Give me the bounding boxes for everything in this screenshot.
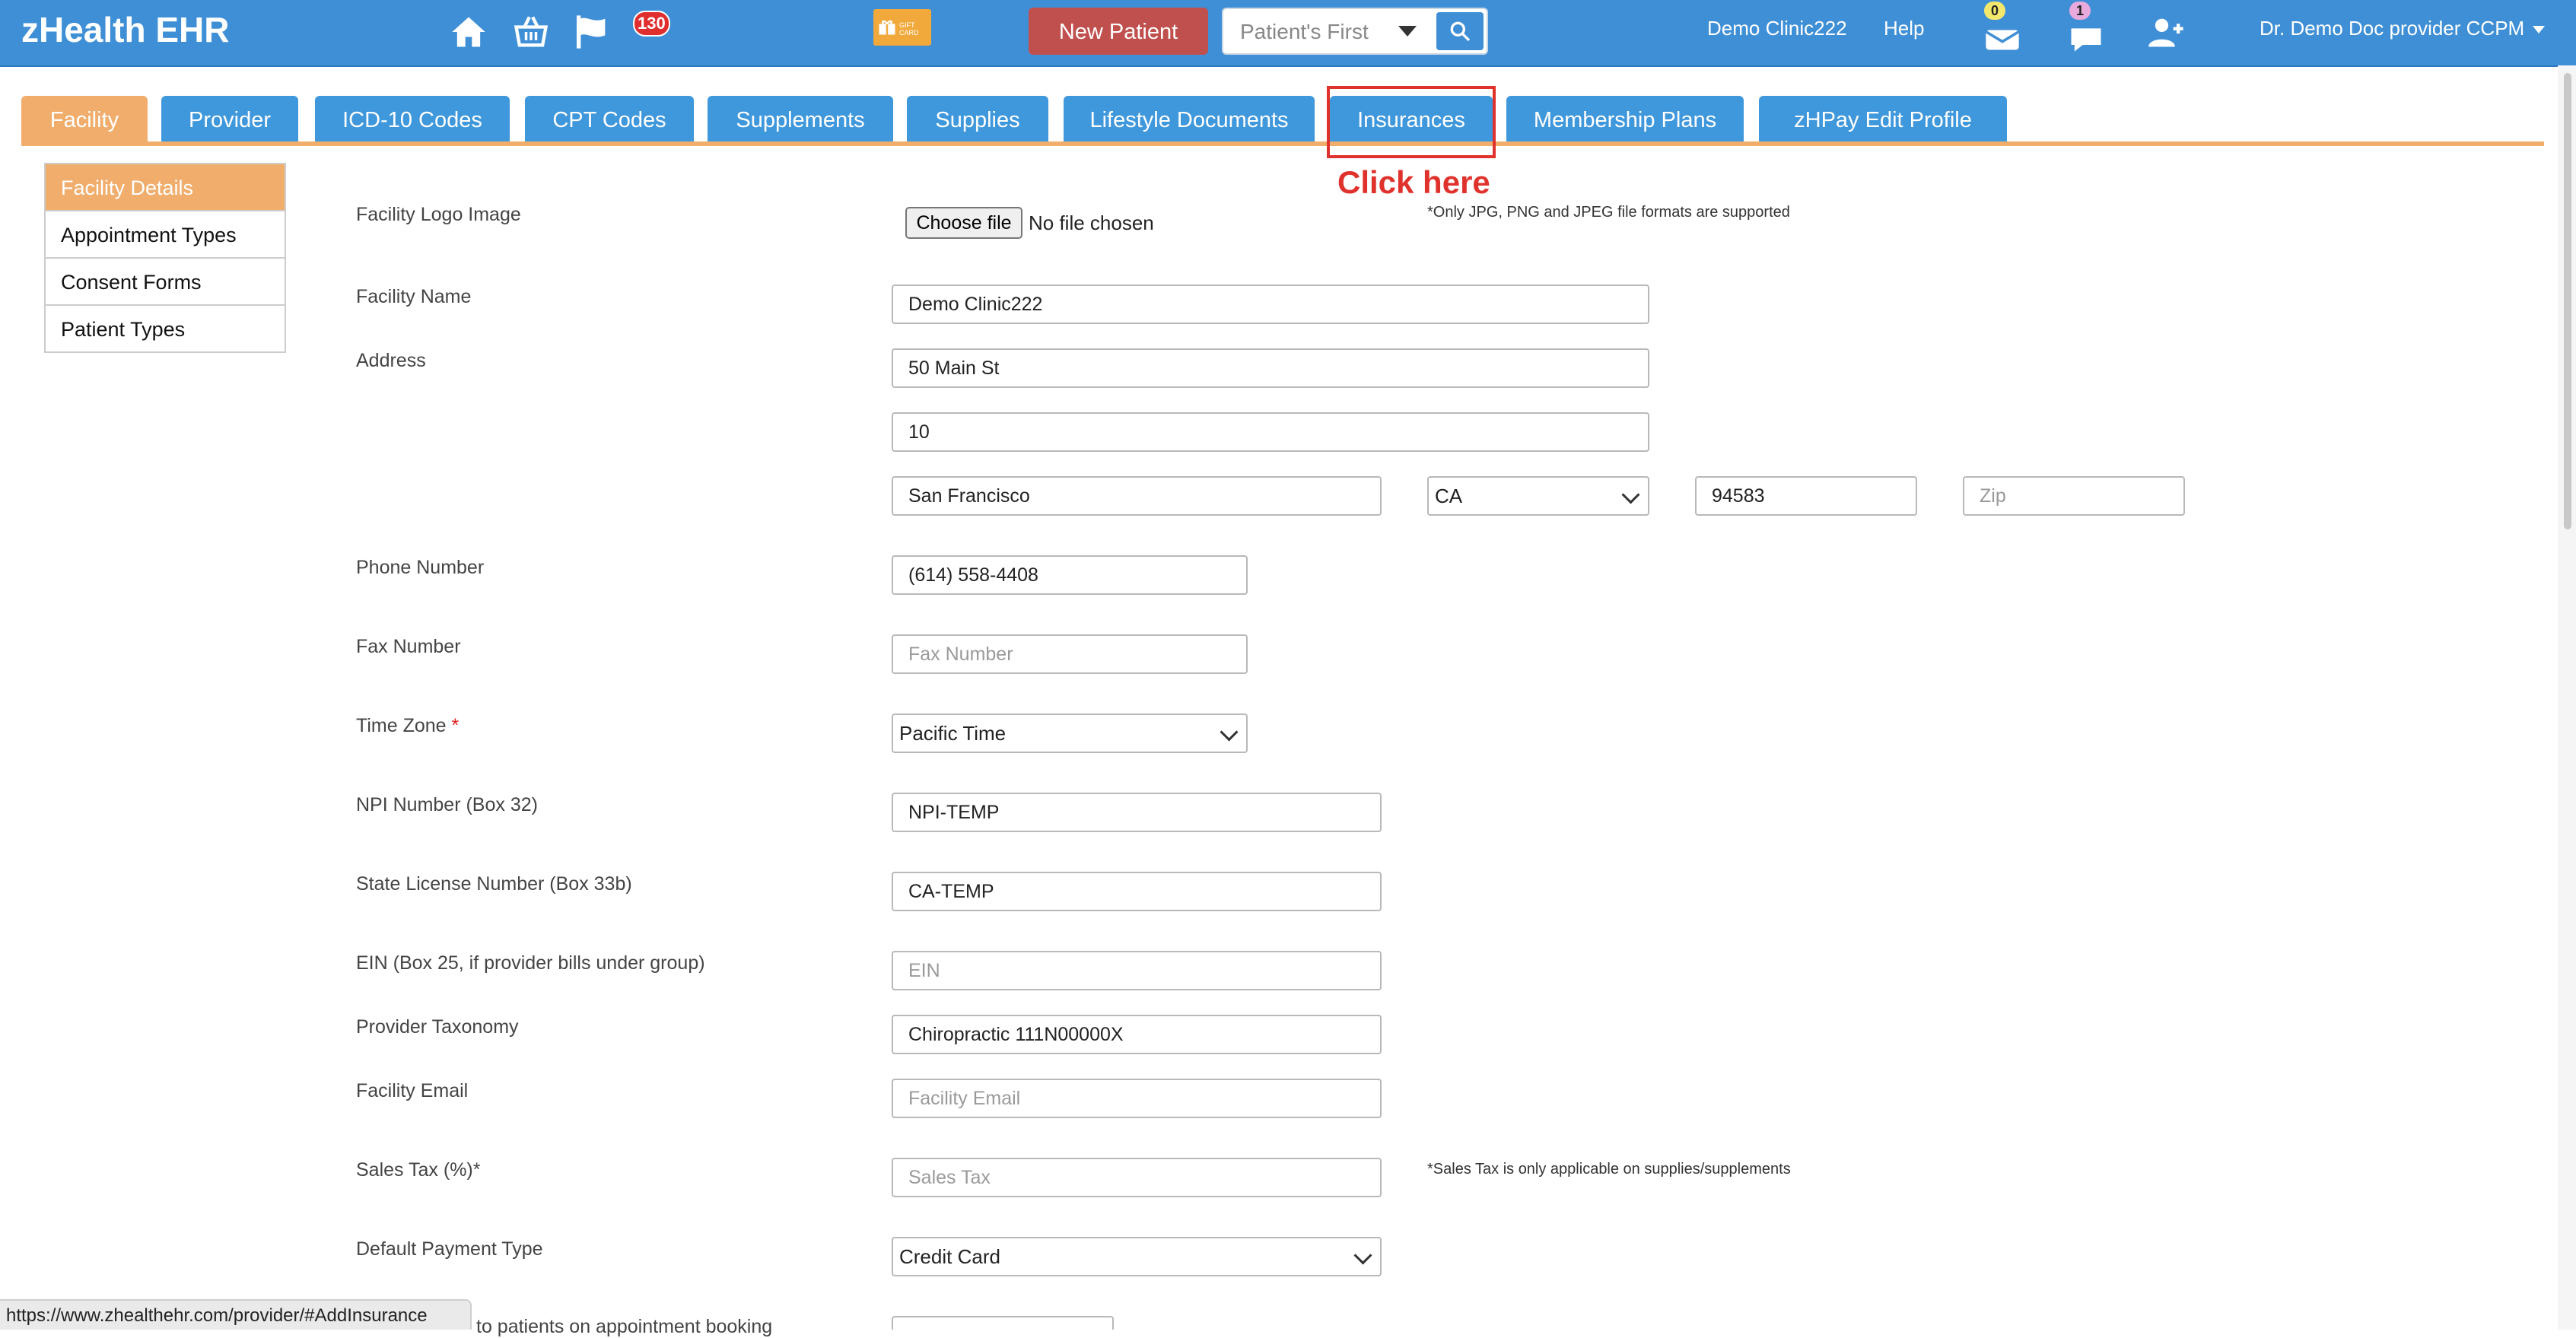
tab-cpt-codes[interactable]: CPT Codes	[525, 96, 694, 143]
state-value: CA	[1435, 485, 1463, 507]
scrollbar-thumb[interactable]	[2564, 73, 2571, 529]
time-zone-label: Time Zone *	[356, 715, 460, 736]
state-license-input[interactable]: CA-TEMP	[892, 872, 1382, 911]
address-line1-input[interactable]: 50 Main St	[892, 348, 1649, 388]
logo-format-note: *Only JPG, PNG and JPEG file formats are…	[1427, 204, 1790, 221]
click-here-annotation: Click here	[1337, 164, 1490, 200]
sidebar-item-appointment-types[interactable]: Appointment Types	[46, 211, 285, 259]
provider-taxonomy-label: Provider Taxonomy	[356, 1016, 519, 1038]
tab-icd10-codes[interactable]: ICD-10 Codes	[315, 96, 510, 143]
tab-membership-plans[interactable]: Membership Plans	[1506, 96, 1744, 143]
phone-number-input[interactable]: (614) 558-4408	[892, 555, 1248, 595]
facility-email-label: Facility Email	[356, 1080, 469, 1101]
ein-label: EIN (Box 25, if provider bills under gro…	[356, 952, 705, 974]
sales-tax-note: *Sales Tax is only applicable on supplie…	[1427, 1161, 1791, 1178]
alerts-badge[interactable]: 130	[633, 11, 670, 37]
sidebar-item-facility-details[interactable]: Facility Details	[46, 164, 285, 211]
tab-facility[interactable]: Facility	[21, 96, 148, 143]
add-user-icon[interactable]	[2147, 12, 2183, 47]
booking-option-select[interactable]	[892, 1316, 1114, 1330]
zip-input[interactable]: 94583	[1695, 476, 1917, 516]
search-icon	[1450, 21, 1471, 42]
sales-tax-input[interactable]: Sales Tax	[892, 1158, 1382, 1197]
ein-input[interactable]: EIN	[892, 951, 1382, 990]
no-file-chosen-text: No file chosen	[1029, 211, 1154, 234]
fax-number-input[interactable]: Fax Number	[892, 634, 1248, 674]
gift-icon	[876, 14, 898, 40]
status-bar-url: https://www.zhealthehr.com/provider/#Add…	[0, 1299, 472, 1330]
mail-icon[interactable]	[1983, 15, 2020, 50]
npi-number-input[interactable]: NPI-TEMP	[892, 793, 1382, 832]
address-label: Address	[356, 350, 426, 371]
new-patient-button[interactable]: New Patient	[1029, 8, 1208, 55]
facility-email-input[interactable]: Facility Email	[892, 1079, 1382, 1118]
gift-card-label: GIFT CARD	[899, 21, 919, 37]
user-name: Dr. Demo Doc provider CCPM	[2260, 17, 2525, 40]
provider-taxonomy-input[interactable]: Chiropractic 111N00000X	[892, 1015, 1382, 1054]
top-navbar: zHealth EHR 130 GIFT CARD New Patient Pa…	[0, 0, 2576, 67]
chevron-down-icon	[1220, 723, 1239, 742]
choose-file-button[interactable]: Choose file	[905, 207, 1022, 239]
time-zone-value: Pacific Time	[899, 722, 1007, 745]
user-menu[interactable]: Dr. Demo Doc provider CCPM	[2260, 17, 2546, 40]
flag-icon[interactable]	[572, 12, 612, 52]
required-asterisk: *	[451, 715, 460, 736]
chevron-down-icon	[1621, 485, 1640, 504]
facility-sidebar: Facility Details Appointment Types Conse…	[44, 163, 286, 353]
mail-count-badge: 0	[1984, 2, 2005, 20]
sidebar-item-patient-types[interactable]: Patient Types	[46, 306, 285, 353]
time-zone-select[interactable]: Pacific Time	[892, 713, 1248, 753]
brand-logo[interactable]: zHealth EHR	[21, 9, 229, 50]
tab-provider[interactable]: Provider	[161, 96, 298, 143]
default-payment-label: Default Payment Type	[356, 1238, 543, 1260]
default-payment-value: Credit Card	[899, 1245, 1000, 1268]
address-line2-input[interactable]: 10	[892, 412, 1649, 452]
search-dropdown-caret-icon[interactable]	[1398, 26, 1417, 37]
phone-number-label: Phone Number	[356, 557, 485, 578]
city-input[interactable]: San Francisco	[892, 476, 1382, 516]
state-license-label: State License Number (Box 33b)	[356, 873, 632, 895]
chat-icon[interactable]	[2066, 15, 2101, 52]
insurances-highlight-box	[1327, 86, 1496, 158]
chat-count-badge: 1	[2069, 2, 2091, 20]
sales-tax-label: Sales Tax (%)*	[356, 1159, 481, 1181]
state-select[interactable]: CA	[1427, 476, 1649, 516]
tab-underline	[21, 141, 2544, 146]
facility-logo-label: Facility Logo Image	[356, 204, 521, 225]
fax-number-label: Fax Number	[356, 636, 461, 657]
gift-card-button[interactable]: GIFT CARD	[873, 9, 931, 46]
patient-search[interactable]: Patient's First	[1222, 8, 1488, 55]
chevron-down-icon	[2533, 26, 2546, 34]
chevron-down-icon	[1353, 1246, 1372, 1265]
clinic-name-link[interactable]: Demo Clinic222	[1707, 17, 1847, 40]
booking-option-label: to patients on appointment booking	[476, 1316, 773, 1337]
facility-name-label: Facility Name	[356, 286, 472, 307]
tab-supplements[interactable]: Supplements	[708, 96, 893, 143]
help-link[interactable]: Help	[1884, 17, 1924, 40]
basket-icon[interactable]	[511, 12, 551, 52]
npi-number-label: NPI Number (Box 32)	[356, 794, 538, 815]
search-button[interactable]	[1436, 12, 1484, 50]
tab-supplies[interactable]: Supplies	[907, 96, 1048, 143]
tab-lifestyle-documents[interactable]: Lifestyle Documents	[1064, 96, 1315, 143]
default-payment-select[interactable]: Credit Card	[892, 1237, 1382, 1276]
sidebar-item-consent-forms[interactable]: Consent Forms	[46, 259, 285, 306]
facility-name-input[interactable]: Demo Clinic222	[892, 284, 1649, 324]
tab-zhpay-edit-profile[interactable]: zHPay Edit Profile	[1759, 96, 2007, 143]
home-icon[interactable]	[449, 12, 488, 52]
search-input[interactable]: Patient's First	[1240, 20, 1369, 44]
zip-input-empty[interactable]: Zip	[1963, 476, 2185, 516]
